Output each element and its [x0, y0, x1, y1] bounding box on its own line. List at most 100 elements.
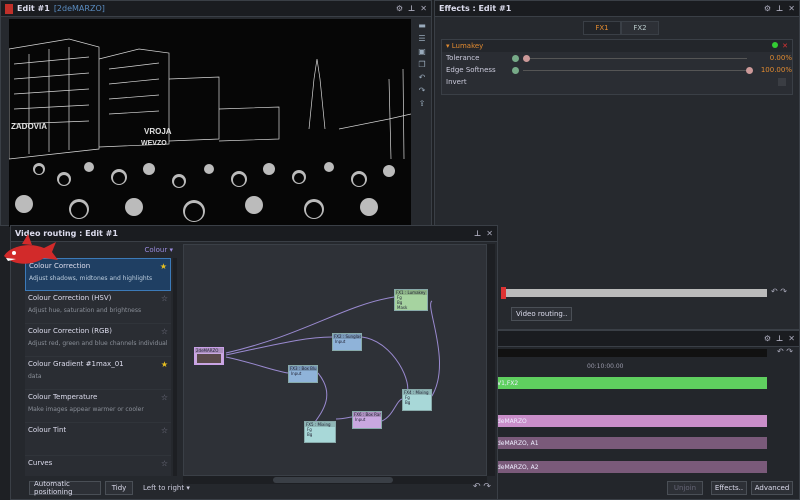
category-scrollbar[interactable] [173, 258, 177, 476]
folder-icon[interactable]: ▬ [418, 21, 426, 30]
redo-icon[interactable]: ↷ [483, 482, 491, 492]
port-input[interactable]: Input [333, 339, 361, 344]
param-edge-softness: Edge Softness 100.00% [442, 64, 792, 76]
tab-fx2[interactable]: FX2 [621, 21, 659, 35]
item-name: Colour Tint [28, 426, 67, 434]
close-icon[interactable]: ✕ [788, 4, 795, 13]
track-v1[interactable]: V1,FX2 [495, 377, 767, 389]
export-icon[interactable]: ⇪ [419, 99, 426, 108]
viewer-frame: ZADOVIA VROJA WEVZO [9, 19, 411, 227]
playhead[interactable] [501, 287, 506, 299]
unjoin-button[interactable]: Unjoin [667, 481, 703, 495]
param-value[interactable]: 0.00% [753, 54, 792, 62]
banner-text-3: WEVZO [141, 140, 167, 147]
direction-dropdown[interactable]: Left to right ▾ [143, 484, 190, 492]
item-desc: Adjust hue, saturation and brightness [28, 307, 142, 314]
settings-icon[interactable]: ⚙ [764, 4, 771, 13]
advanced-button[interactable]: Advanced [751, 481, 793, 495]
undo-icon[interactable]: ↶ [473, 482, 481, 492]
timeline-overview[interactable] [495, 349, 767, 357]
close-icon[interactable]: ✕ [420, 4, 427, 13]
close-icon[interactable]: ✕ [486, 229, 493, 238]
item-name: Colour Temperature [28, 393, 98, 401]
list-item[interactable]: Colour Correction (RGB) Adjust red, gree… [25, 324, 171, 357]
pin-icon[interactable]: ⊥ [776, 4, 783, 13]
source-node[interactable]: 2deMARZO [194, 347, 224, 365]
star-icon[interactable]: ☆ [161, 294, 168, 303]
settings-icon[interactable]: ⚙ [764, 334, 771, 343]
pin-icon[interactable]: ⊥ [776, 334, 783, 343]
list-item[interactable]: Colour Tint ☆ [25, 423, 171, 456]
pin-icon[interactable]: ⊥ [408, 4, 415, 13]
timeline-ruler[interactable]: 00:10:00.00 [495, 361, 800, 371]
port-input[interactable]: Input [289, 371, 317, 376]
list-item[interactable]: Colour Temperature Make images appear wa… [25, 390, 171, 423]
undo-icon[interactable]: ↶ [419, 73, 426, 82]
param-tolerance: Tolerance 0.00% [442, 52, 792, 64]
slider-thumb[interactable] [746, 66, 754, 74]
port-bg[interactable]: Bg [403, 400, 431, 405]
graph-vertical-scrollbar[interactable] [487, 244, 495, 476]
node-thumbnail [197, 354, 221, 363]
automatic-positioning-button[interactable]: Automatic positioning [29, 480, 101, 496]
param-label: Tolerance [446, 54, 480, 62]
redo-icon[interactable]: ↷ [786, 347, 793, 356]
tab-fx1[interactable]: FX1 [583, 21, 621, 35]
invert-checkbox[interactable] [778, 78, 786, 86]
box-ramp-node[interactable]: FX6 : Box Ramp Input [352, 411, 382, 429]
video-routing-button[interactable]: Video routing.. [511, 307, 573, 321]
undo-icon[interactable]: ↶ [777, 347, 784, 356]
mixing-node-1[interactable]: FX4 : Mixing Fg Bg [402, 389, 432, 411]
effect-header[interactable]: ▾ Lumakey ✕ [442, 40, 792, 52]
item-name: Curves [28, 459, 53, 467]
star-icon[interactable]: ☆ [161, 459, 168, 468]
remove-effect-icon[interactable]: ✕ [782, 42, 788, 50]
slider-thumb[interactable] [523, 54, 531, 62]
redo-icon[interactable]: ↷ [419, 86, 426, 95]
mixing-node-2[interactable]: FX5 : Mixing Fg Bg [304, 421, 336, 443]
track-a1[interactable]: deMARZO, A1 [495, 437, 767, 449]
routing-titlebar[interactable]: Video routing : Edit #1 ⊥ ✕ [11, 226, 497, 242]
sunglass-node[interactable]: FX2 : Sunglass Input [332, 333, 362, 351]
star-icon[interactable]: ★ [161, 360, 168, 369]
category-sort-dropdown[interactable]: Colour ▾ [145, 246, 173, 254]
edge-softness-slider[interactable] [523, 66, 754, 74]
timeline-titlebar[interactable]: ⚙ ⊥ ✕ [495, 331, 799, 347]
star-icon[interactable]: ☆ [161, 426, 168, 435]
pin-icon[interactable]: ⊥ [474, 229, 481, 238]
port-mask[interactable]: Mask [395, 305, 427, 310]
lumakey-node[interactable]: FX1 : Lumakey Fg Bg Mask [394, 289, 428, 311]
tolerance-slider[interactable] [523, 54, 748, 62]
track-a2[interactable]: deMARZO, A2 [495, 461, 767, 473]
star-icon[interactable]: ★ [160, 262, 167, 271]
transport-bar[interactable] [501, 287, 767, 299]
keyframe-icon[interactable] [512, 54, 520, 62]
viewer-panel: Edit #1 [2deMARZO] ⚙ ⊥ ✕ ZADOVIA VROJA W… [0, 0, 432, 227]
banner-text-2: VROJA [144, 127, 172, 136]
list-item[interactable]: Curves ☆ [25, 456, 171, 476]
star-icon[interactable]: ☆ [161, 327, 168, 336]
redo-icon[interactable]: ↷ [780, 287, 787, 296]
box-blur-node[interactable]: FX3 : Box Blur Input [288, 365, 318, 383]
star-icon[interactable]: ☆ [161, 393, 168, 402]
port-bg[interactable]: Bg [305, 432, 335, 437]
routing-graph[interactable]: 2deMARZO FX1 : Lumakey Fg Bg Mask FX2 : … [183, 244, 487, 476]
viewer-subtitle: [2deMARZO] [53, 4, 105, 13]
list-item[interactable]: Colour Gradient #1max_01 data ★ [25, 357, 171, 390]
close-icon[interactable]: ✕ [788, 334, 795, 343]
undo-icon[interactable]: ↶ [771, 287, 778, 296]
enable-toggle[interactable] [772, 42, 779, 48]
param-value[interactable]: 100.00% [753, 66, 792, 74]
viewer-titlebar[interactable]: Edit #1 [2deMARZO] ⚙ ⊥ ✕ [1, 1, 431, 17]
track-video[interactable]: deMARZO [495, 415, 767, 427]
port-input[interactable]: Input [353, 417, 381, 422]
window-icon[interactable]: ❐ [418, 60, 425, 69]
layout-icon[interactable]: ☰ [418, 34, 425, 43]
settings-icon[interactable]: ⚙ [396, 4, 403, 13]
list-item[interactable]: Colour Correction (HSV) Adjust hue, satu… [25, 291, 171, 324]
effects-button[interactable]: Effects.. [711, 481, 747, 495]
tidy-button[interactable]: Tidy [105, 481, 133, 495]
effects-titlebar[interactable]: Effects : Edit #1 ⚙ ⊥ ✕ [435, 1, 799, 17]
keyframe-icon[interactable] [512, 66, 520, 74]
monitor-icon[interactable]: ▣ [418, 47, 426, 56]
